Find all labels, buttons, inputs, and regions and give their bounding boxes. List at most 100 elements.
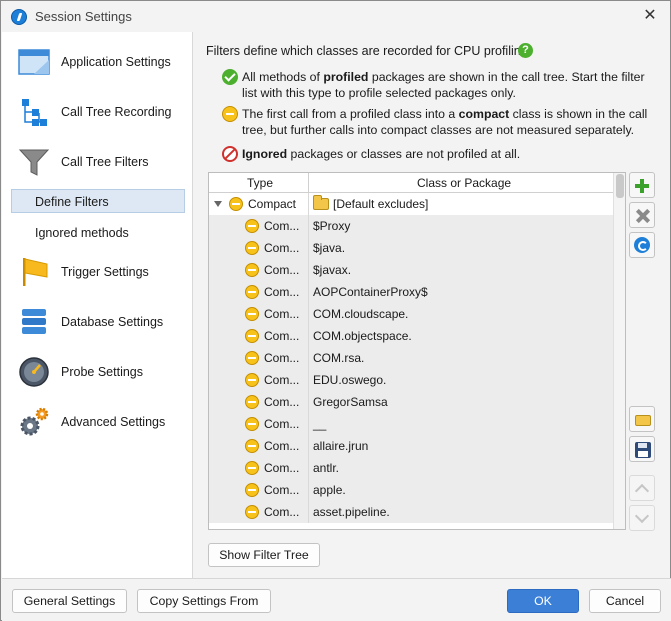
dialog-footer: General Settings Copy Settings From OK C…	[2, 578, 671, 621]
sidebar-item-label: Advanced Settings	[61, 415, 166, 429]
compact-icon	[245, 417, 259, 431]
import-filters-button[interactable]	[629, 406, 655, 432]
compact-text-pre: The first call from a profiled class int…	[242, 107, 459, 121]
table-row[interactable]: Com... $java.	[209, 237, 613, 259]
move-up-button[interactable]	[629, 475, 655, 501]
package-label: $javax.	[313, 263, 352, 277]
folder-open-icon	[635, 415, 651, 426]
column-header-class-or-package[interactable]: Class or Package	[417, 176, 511, 190]
gears-icon	[20, 407, 49, 436]
type-cell: Com...	[209, 303, 309, 325]
type-cell: Com...	[209, 501, 309, 523]
sidebar-subitem-ignored-methods[interactable]: Ignored methods	[11, 220, 185, 244]
package-cell: antlr.	[309, 457, 613, 479]
package-cell: COM.objectspace.	[309, 325, 613, 347]
column-header-type[interactable]: Type	[247, 176, 273, 190]
compact-text-line2: tree, but further calls into compact cla…	[242, 123, 635, 137]
copy-settings-from-button[interactable]: Copy Settings From	[137, 589, 271, 613]
type-cell: Com...	[209, 457, 309, 479]
expand-triangle-icon[interactable]	[214, 201, 222, 207]
table-vertical-scrollbar[interactable]	[613, 173, 625, 529]
move-down-button[interactable]	[629, 505, 655, 531]
tree-hierarchy-icon	[22, 99, 47, 126]
table-row[interactable]: Com... $javax.	[209, 259, 613, 281]
package-cell: AOPContainerProxy$	[309, 281, 613, 303]
close-icon[interactable]: ✕	[641, 7, 659, 25]
flag-icon	[23, 258, 48, 286]
help-icon[interactable]: ?	[518, 43, 533, 58]
table-row[interactable]: Com... EDU.oswego.	[209, 369, 613, 391]
compact-icon	[245, 505, 259, 519]
table-row[interactable]: Com... antlr.	[209, 457, 613, 479]
package-label: allaire.jrun	[313, 439, 369, 453]
type-cell: Com...	[209, 413, 309, 435]
sidebar-item-call-tree-filters[interactable]: Call Tree Filters	[2, 142, 193, 182]
table-row[interactable]: Com... COM.cloudscape.	[209, 303, 613, 325]
floppy-disk-icon	[635, 442, 651, 458]
package-cell: EDU.oswego.	[309, 369, 613, 391]
compact-description: The first call from a profiled class int…	[242, 106, 662, 138]
sidebar-item-application-settings[interactable]: Application Settings	[2, 42, 193, 82]
compact-text-bold: compact	[458, 107, 510, 121]
table-row[interactable]: Com... $Proxy	[209, 215, 613, 237]
type-cell: Com...	[209, 325, 309, 347]
type-cell: Com...	[209, 259, 309, 281]
type-cell: Com...	[209, 281, 309, 303]
package-label: COM.objectspace.	[313, 329, 412, 343]
chevron-down-icon	[634, 508, 650, 524]
export-filters-button[interactable]	[629, 436, 655, 462]
package-cell: __	[309, 413, 613, 435]
type-label: Com...	[264, 439, 300, 453]
package-label: $java.	[313, 241, 346, 255]
compact-icon	[245, 263, 259, 277]
sidebar-item-call-tree-recording[interactable]: Call Tree Recording	[2, 92, 193, 132]
package-cell: GregorSamsa	[309, 391, 613, 413]
scrollbar-thumb[interactable]	[616, 174, 624, 198]
table-row[interactable]: Com... COM.rsa.	[209, 347, 613, 369]
general-settings-button[interactable]: General Settings	[12, 589, 127, 613]
table-row-default-excludes[interactable]: Compact [Default excludes]	[209, 193, 613, 215]
type-label: Com...	[264, 219, 300, 233]
compact-icon	[245, 241, 259, 255]
show-filter-tree-button[interactable]: Show Filter Tree	[208, 543, 320, 567]
table-row[interactable]: Com... allaire.jrun	[209, 435, 613, 457]
ok-button[interactable]: OK	[507, 589, 579, 613]
chevron-up-icon	[634, 483, 650, 499]
add-filter-button[interactable]	[629, 172, 655, 198]
sidebar-item-label: Trigger Settings	[61, 265, 149, 279]
table-row[interactable]: Com... asset.pipeline.	[209, 501, 613, 523]
filters-table[interactable]: Type Class or Package Compact [Default e…	[208, 172, 626, 530]
type-cell: Com...	[209, 237, 309, 259]
column-divider[interactable]	[308, 173, 309, 193]
type-label: Com...	[264, 351, 300, 365]
package-label: AOPContainerProxy$	[313, 285, 428, 299]
type-cell: Com...	[209, 215, 309, 237]
package-label: GregorSamsa	[313, 395, 388, 409]
remove-filter-button[interactable]	[629, 202, 655, 228]
compact-text-post: class is shown in the call	[509, 107, 648, 121]
table-row[interactable]: Com... __	[209, 413, 613, 435]
funnel-icon	[18, 149, 50, 176]
cancel-button[interactable]: Cancel	[589, 589, 661, 613]
profiled-description: All methods of profiled packages are sho…	[242, 69, 662, 101]
sidebar-item-trigger-settings[interactable]: Trigger Settings	[2, 252, 193, 292]
package-cell: COM.cloudscape.	[309, 303, 613, 325]
reset-filters-button[interactable]	[629, 232, 655, 258]
type-label: Com...	[264, 263, 300, 277]
type-label: Com...	[264, 483, 300, 497]
table-row[interactable]: Com... AOPContainerProxy$	[209, 281, 613, 303]
sidebar-subitem-define-filters[interactable]: Define Filters	[11, 189, 185, 213]
table-row[interactable]: Com... COM.objectspace.	[209, 325, 613, 347]
package-cell: $java.	[309, 237, 613, 259]
refresh-icon	[634, 237, 650, 253]
table-row[interactable]: Com... GregorSamsa	[209, 391, 613, 413]
compact-icon	[245, 351, 259, 365]
table-row[interactable]: Com... apple.	[209, 479, 613, 501]
sidebar-item-probe-settings[interactable]: Probe Settings	[2, 352, 193, 392]
sidebar-item-advanced-settings[interactable]: Advanced Settings	[2, 402, 193, 442]
type-label: Com...	[264, 373, 300, 387]
sidebar-item-database-settings[interactable]: Database Settings	[2, 302, 193, 342]
compact-icon	[245, 285, 259, 299]
type-label: Com...	[264, 285, 300, 299]
ignored-text-bold: Ignored	[242, 147, 288, 161]
